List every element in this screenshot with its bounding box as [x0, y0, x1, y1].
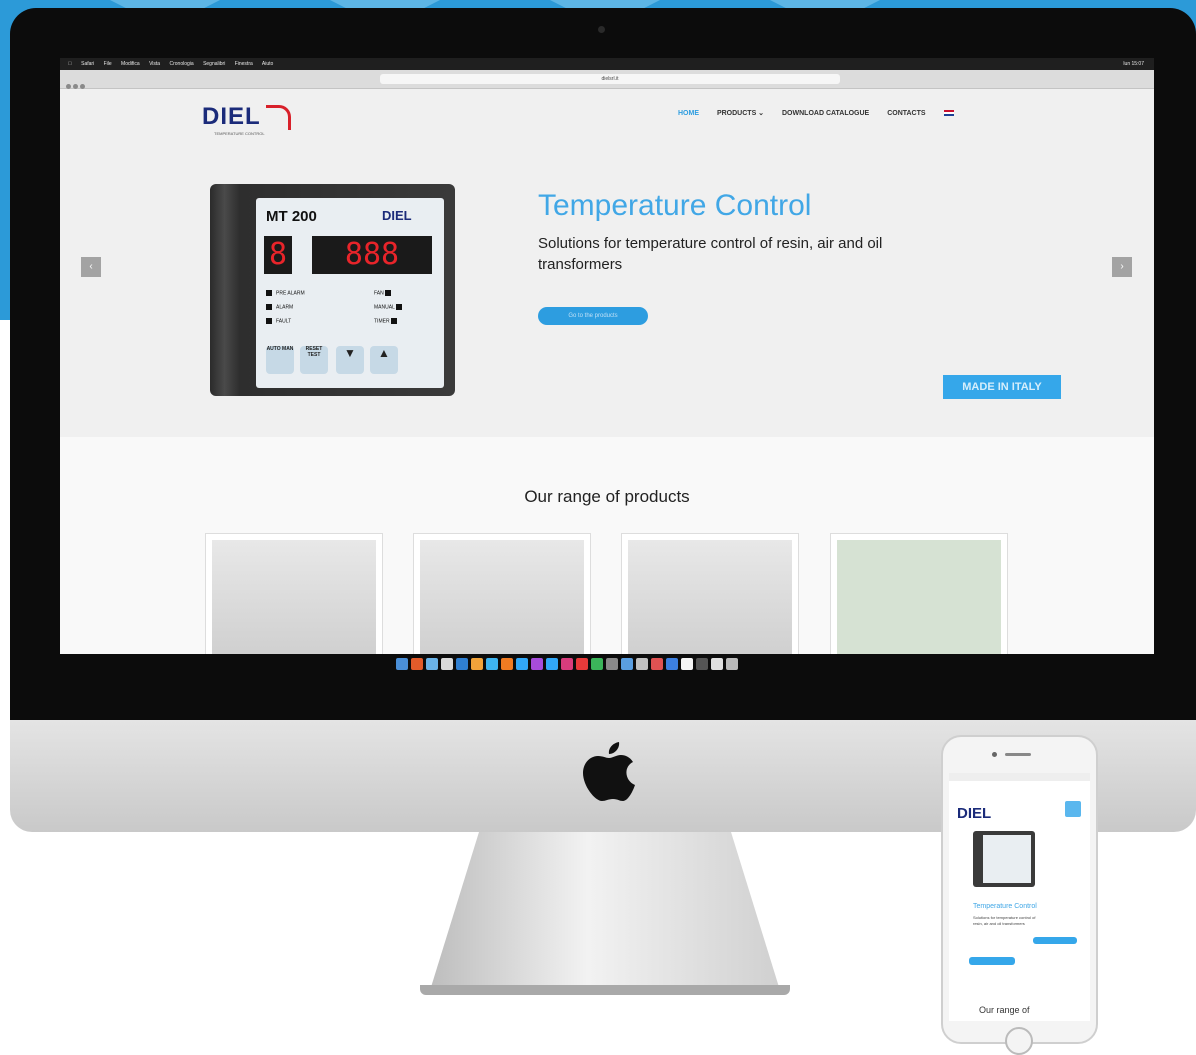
mobile-range-title: Our range of: [979, 1005, 1030, 1015]
hero-title: Temperature Control: [538, 189, 812, 222]
device-model-label: MT 200: [266, 208, 317, 225]
slider-next-button[interactable]: ›: [1112, 257, 1132, 277]
menu-item-segnalibri[interactable]: Segnalibri: [203, 61, 225, 67]
camera-icon: [598, 26, 605, 33]
imac-screen:  Safari File Modifica Vista Cronologia …: [60, 58, 1154, 654]
trash-icon[interactable]: [726, 657, 738, 670]
nav-contacts[interactable]: CONTACTS: [887, 110, 925, 117]
dock-app-icon[interactable]: [696, 657, 708, 670]
go-to-products-button[interactable]: Go to the products: [538, 307, 648, 325]
imac-stand-base: [420, 985, 790, 995]
dock-app-icon[interactable]: [681, 657, 693, 670]
dock-app-icon[interactable]: [456, 657, 468, 670]
hero-subtitle: Solutions for temperature control of res…: [538, 235, 883, 273]
window-controls[interactable]: [66, 76, 90, 89]
device-digit-display: 8: [264, 236, 292, 274]
dock-app-icon[interactable]: [561, 657, 573, 670]
dock-app-icon[interactable]: [636, 657, 648, 670]
iphone-home-button[interactable]: [1005, 1027, 1033, 1055]
product-image: [628, 540, 792, 654]
dock-app-icon[interactable]: [621, 657, 633, 670]
nav-download-catalogue[interactable]: DOWNLOAD CATALOGUE: [782, 110, 869, 117]
language-flag-icon[interactable]: [943, 110, 954, 117]
dock-app-icon[interactable]: [546, 657, 558, 670]
up-arrow-icon: ▲: [370, 346, 398, 374]
iphone-device: DIEL Temperature Control Solutions for t…: [941, 735, 1098, 1055]
mac-dock: [396, 655, 816, 673]
dock-app-icon[interactable]: [501, 657, 513, 670]
address-bar[interactable]: dielsrl.it: [380, 74, 840, 84]
product-card[interactable]: [621, 533, 799, 654]
down-arrow-icon: ▼: [336, 346, 364, 374]
menu-item-safari[interactable]: Safari: [81, 61, 94, 67]
device-brand-label: DIEL: [382, 208, 412, 223]
hero-product-image: MT 200 DIEL 8 888 PRE ALARM ALARM FAULT …: [210, 184, 455, 396]
iphone-screen: DIEL Temperature Control Solutions for t…: [949, 773, 1090, 1021]
menu-item-file[interactable]: File: [104, 61, 112, 67]
apple-logo-icon: [583, 742, 635, 801]
slider-prev-button[interactable]: ‹: [81, 257, 101, 277]
dock-app-icon[interactable]: [591, 657, 603, 670]
website: DIEL TEMPERATURE CONTROL HOME PRODUCTS ⌄…: [60, 89, 1154, 654]
apple-menu-icon[interactable]: : [68, 61, 72, 67]
iphone-speaker: [1005, 753, 1031, 756]
main-nav: HOME PRODUCTS ⌄ DOWNLOAD CATALOGUE CONTA…: [678, 109, 970, 117]
dock-app-icon[interactable]: [651, 657, 663, 670]
iphone-status-bar: [949, 773, 1090, 781]
product-card[interactable]: [205, 533, 383, 654]
imac-stand: [430, 832, 780, 991]
device-main-display: 888: [312, 236, 432, 274]
mobile-logo[interactable]: DIEL: [957, 805, 991, 822]
dock-app-icon[interactable]: [396, 657, 408, 670]
dock-app-icon[interactable]: [576, 657, 588, 670]
product-image: [212, 540, 376, 654]
dock-app-icon[interactable]: [486, 657, 498, 670]
dock-app-icon[interactable]: [441, 657, 453, 670]
nav-home[interactable]: HOME: [678, 110, 699, 117]
mobile-product-image: [973, 831, 1035, 887]
dock-app-icon[interactable]: [606, 657, 618, 670]
menu-item-vista[interactable]: Vista: [149, 61, 160, 67]
range-title: Our range of products: [524, 487, 690, 506]
site-logo[interactable]: DIEL TEMPERATURE CONTROL: [202, 103, 302, 137]
device-auto-button: AUTO MAN: [266, 346, 294, 374]
dock-app-icon[interactable]: [711, 657, 723, 670]
menu-item-cronologia[interactable]: Cronologia: [169, 61, 193, 67]
dock-app-icon[interactable]: [531, 657, 543, 670]
menubar-clock[interactable]: lun 15:07: [1123, 61, 1144, 67]
mobile-products-button[interactable]: [969, 957, 1015, 965]
mac-menubar:  Safari File Modifica Vista Cronologia …: [60, 58, 1154, 70]
browser-toolbar: dielsrl.it: [60, 70, 1154, 89]
product-card[interactable]: [830, 533, 1008, 654]
dock-app-icon[interactable]: [426, 657, 438, 670]
menu-item-modifica[interactable]: Modifica: [121, 61, 140, 67]
nav-products[interactable]: PRODUCTS ⌄: [717, 110, 764, 117]
mobile-hero-text: Solutions for temperature control of res…: [973, 915, 1036, 926]
mobile-menu-icon[interactable]: [1065, 801, 1081, 817]
dock-app-icon[interactable]: [471, 657, 483, 670]
iphone-camera-icon: [992, 752, 997, 757]
menu-item-finestra[interactable]: Finestra: [235, 61, 253, 67]
menu-item-aiuto[interactable]: Aiuto: [262, 61, 273, 67]
dock-app-icon[interactable]: [516, 657, 528, 670]
mobile-badge: [1033, 937, 1077, 944]
device-reset-button: RESET TEST: [300, 346, 328, 374]
dock-app-icon[interactable]: [411, 657, 423, 670]
product-image: [837, 540, 1001, 654]
product-card[interactable]: [413, 533, 591, 654]
dock-app-icon[interactable]: [666, 657, 678, 670]
product-image: [420, 540, 584, 654]
mobile-hero-title: Temperature Control: [973, 903, 1037, 910]
made-in-italy-badge: MADE IN ITALY: [943, 375, 1061, 399]
